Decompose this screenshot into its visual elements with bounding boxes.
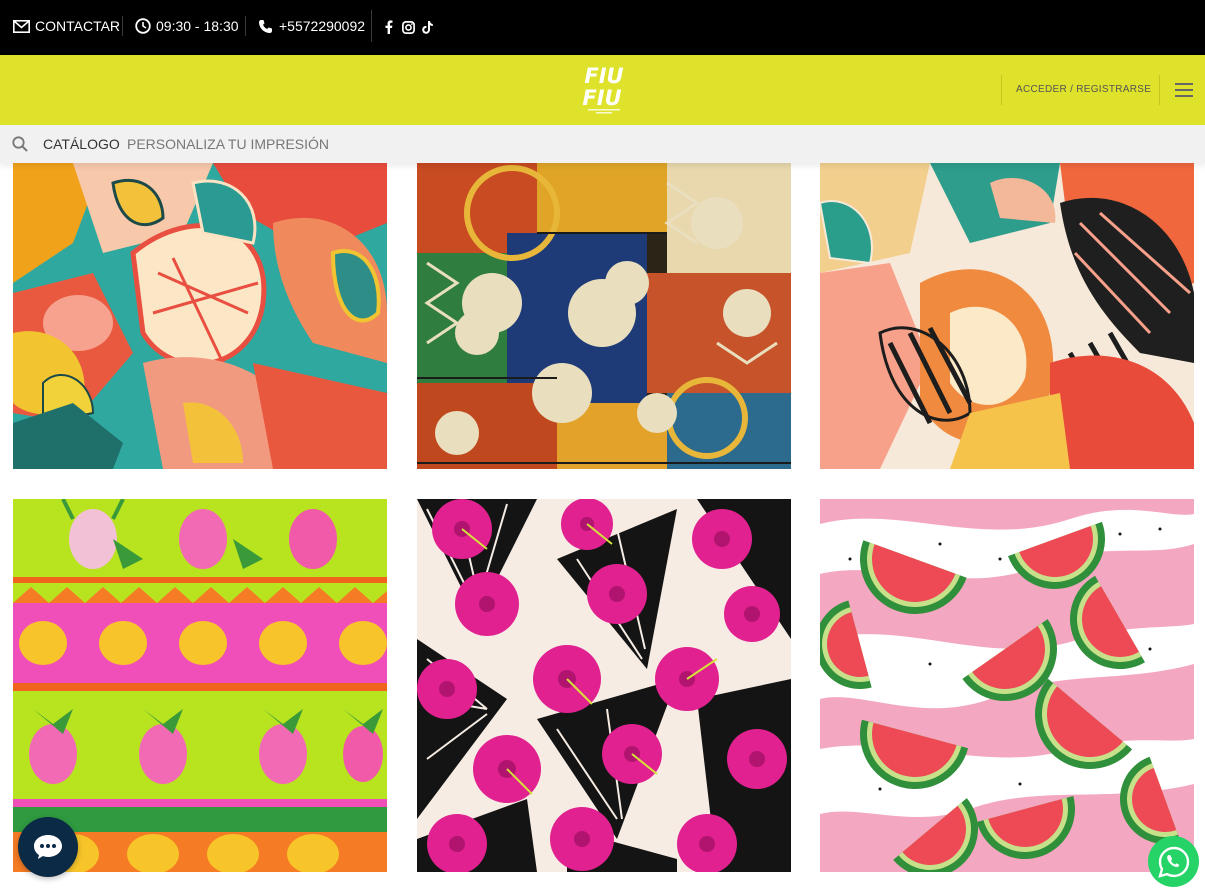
- chat-button[interactable]: [18, 817, 78, 877]
- search-icon[interactable]: [12, 136, 28, 157]
- hours-info: 09:30 - 18:30: [135, 16, 239, 36]
- logo-line-2: FIU: [582, 86, 621, 110]
- mail-icon: [13, 19, 30, 33]
- login-register-link[interactable]: ACCEDER / REGISTRARSE: [1016, 84, 1151, 95]
- product-image[interactable]: [417, 163, 791, 469]
- product-image[interactable]: [13, 163, 387, 469]
- product-tile[interactable]: [820, 163, 1194, 469]
- social-links: [384, 17, 433, 37]
- product-tile[interactable]: [13, 499, 387, 872]
- product-image[interactable]: [417, 499, 791, 872]
- product-tile[interactable]: [820, 499, 1194, 872]
- clock-icon: [135, 18, 151, 34]
- product-image[interactable]: [13, 499, 387, 872]
- product-image[interactable]: [820, 499, 1194, 872]
- product-tile[interactable]: [417, 499, 791, 872]
- product-tile[interactable]: [13, 163, 387, 469]
- chat-bubble-icon: [34, 835, 62, 859]
- product-image[interactable]: [820, 163, 1194, 469]
- contact-label: CONTACTAR: [35, 18, 121, 34]
- product-tile[interactable]: [417, 163, 791, 469]
- phone-text: +5572290092: [279, 18, 366, 34]
- phone-icon: [259, 19, 272, 33]
- logo-line-1: FIU: [584, 64, 623, 88]
- instagram-icon[interactable]: [402, 20, 415, 34]
- logo[interactable]: FIU FIU: [578, 61, 630, 117]
- top-bar: CONTACTAR 09:30 - 18:30 +5572290092: [0, 0, 1205, 55]
- phone-link[interactable]: +5572290092: [258, 16, 365, 36]
- hours-text: 09:30 - 18:30: [156, 18, 239, 34]
- nav-catalog[interactable]: CATÁLOGO: [43, 136, 120, 152]
- whatsapp-icon: [1157, 846, 1189, 878]
- main-header: FIU FIU ACCEDER / REGISTRARSE: [0, 55, 1205, 125]
- contact-link[interactable]: CONTACTAR: [13, 16, 120, 36]
- nav-personalize-print[interactable]: PERSONALIZA TU IMPRESIÓN: [127, 136, 329, 152]
- hamburger-menu-icon[interactable]: [1175, 83, 1193, 97]
- facebook-icon[interactable]: [384, 20, 393, 34]
- category-nav: CATÁLOGO PERSONALIZA TU IMPRESIÓN: [0, 125, 1205, 163]
- whatsapp-button[interactable]: [1148, 836, 1199, 887]
- tiktok-icon[interactable]: [422, 20, 433, 34]
